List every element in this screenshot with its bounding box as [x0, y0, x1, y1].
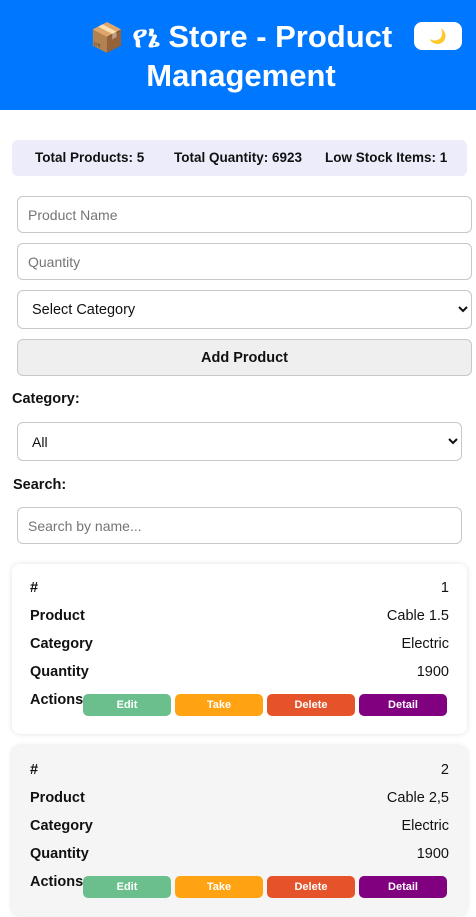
number-value: 1: [440, 580, 449, 596]
product-key: Product: [30, 790, 85, 806]
card-row-product: Product Cable 1.5: [30, 608, 449, 628]
product-value: Cable 1.5: [386, 608, 449, 624]
delete-button[interactable]: Delete: [267, 876, 355, 898]
card-row-product: Product Cable 2,5: [30, 790, 449, 810]
quantity-value: 1900: [416, 664, 449, 680]
moon-icon: 🌙: [429, 27, 447, 44]
card-row-number: # 1: [30, 580, 449, 600]
page-title: 📦 የኔ Store - Product Management: [0, 18, 476, 95]
quantity-key: Quantity: [30, 846, 89, 862]
edit-button[interactable]: Edit: [83, 876, 171, 898]
category-filter-label: Category:: [12, 391, 80, 407]
product-card: # 1 Product Cable 1.5 Category Electric …: [12, 564, 467, 734]
category-value: Electric: [401, 636, 449, 652]
card-row-category: Category Electric: [30, 818, 449, 838]
product-value: Cable 2,5: [386, 790, 449, 806]
card-row-number: # 2: [30, 762, 449, 782]
take-button[interactable]: Take: [175, 694, 263, 716]
add-product-button[interactable]: Add Product: [17, 339, 472, 376]
product-card: # 2 Product Cable 2,5 Category Electric …: [12, 746, 467, 916]
detail-button[interactable]: Detail: [359, 876, 447, 898]
quantity-key: Quantity: [30, 664, 89, 680]
card-row-quantity: Quantity 1900: [30, 846, 449, 866]
product-key: Product: [30, 608, 85, 624]
category-filter-select[interactable]: All: [17, 422, 462, 461]
number-key: #: [30, 580, 39, 596]
quantity-value: 1900: [416, 846, 449, 862]
delete-button[interactable]: Delete: [267, 694, 355, 716]
detail-button[interactable]: Detail: [359, 694, 447, 716]
card-row-quantity: Quantity 1900: [30, 664, 449, 684]
number-value: 2: [440, 762, 449, 778]
low-stock-stat: Low Stock Items: 1: [325, 150, 448, 165]
actions-key: Actions: [30, 692, 84, 708]
package-box-icon: 📦: [89, 21, 125, 54]
category-select[interactable]: Select Category: [17, 290, 472, 329]
category-key: Category: [30, 818, 93, 834]
actions-key: Actions: [30, 874, 84, 890]
product-name-input[interactable]: [17, 196, 472, 233]
total-quantity-stat: Total Quantity: 6923: [174, 150, 303, 165]
stats-bar: Total Products: 5 Total Quantity: 6923 L…: [12, 140, 467, 176]
take-button[interactable]: Take: [175, 876, 263, 898]
edit-button[interactable]: Edit: [83, 694, 171, 716]
search-input[interactable]: [17, 507, 462, 544]
theme-toggle-button[interactable]: 🌙: [414, 22, 462, 50]
page-title-line-1: የኔ Store - Product: [132, 19, 393, 54]
page-title-line-2: Management: [146, 58, 336, 93]
category-key: Category: [30, 636, 93, 652]
card-row-category: Category Electric: [30, 636, 449, 656]
total-products-stat: Total Products: 5: [35, 150, 145, 165]
search-label: Search:: [13, 477, 67, 493]
category-value: Electric: [401, 818, 449, 834]
quantity-input[interactable]: [17, 243, 472, 280]
number-key: #: [30, 762, 39, 778]
app-header: 📦 የኔ Store - Product Management 🌙: [0, 0, 476, 110]
